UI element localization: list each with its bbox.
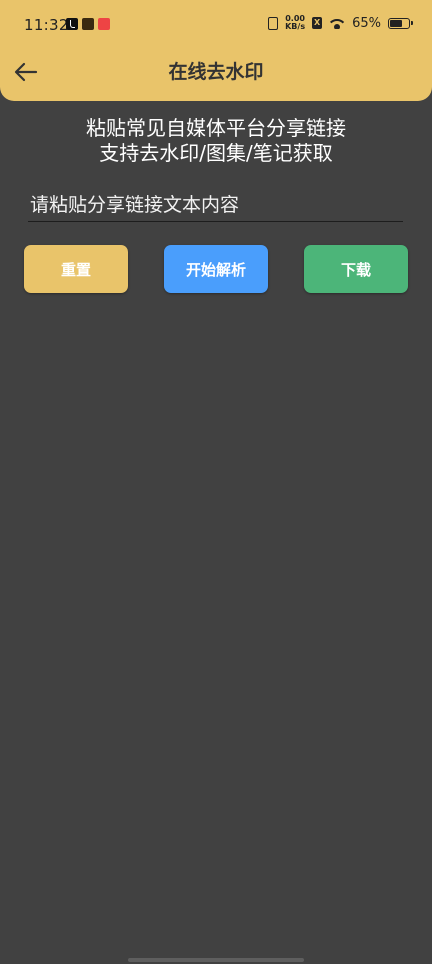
intro-line-2: 支持去水印/图集/笔记获取	[99, 141, 333, 165]
start-parse-button[interactable]: 开始解析	[164, 245, 268, 293]
network-speed-unit: KB/s	[285, 22, 306, 31]
network-speed: 0.00 KB/s	[285, 15, 305, 31]
reset-button[interactable]: 重置	[24, 245, 128, 293]
home-indicator[interactable]	[128, 958, 304, 962]
status-bar: 11:32 0.00 KB/s X 65%	[0, 0, 432, 50]
app-notification-icon	[82, 18, 94, 30]
tiktok-icon	[66, 18, 78, 30]
battery-percent: 65%	[352, 15, 381, 31]
app-header: 11:32 0.00 KB/s X 65% 在线去水印	[0, 0, 432, 101]
notification-icons	[66, 18, 110, 30]
back-button[interactable]	[12, 58, 40, 86]
download-button[interactable]: 下载	[304, 245, 408, 293]
page-title: 在线去水印	[168, 61, 264, 83]
status-time: 11:32	[24, 16, 69, 34]
battery-level-fill	[390, 19, 402, 27]
wifi-icon	[329, 17, 345, 29]
arrow-left-icon	[14, 62, 38, 82]
sim-icon: X	[312, 17, 323, 29]
intro-line-1: 粘贴常见自媒体平台分享链接	[86, 116, 346, 140]
intro-text: 粘贴常见自媒体平台分享链接 支持去水印/图集/笔记获取	[0, 116, 432, 166]
share-link-input[interactable]	[28, 188, 403, 222]
status-indicators: 0.00 KB/s X 65%	[268, 15, 413, 31]
battery-icon	[388, 17, 413, 29]
vibrate-icon	[268, 16, 279, 30]
red-app-icon	[98, 18, 110, 30]
